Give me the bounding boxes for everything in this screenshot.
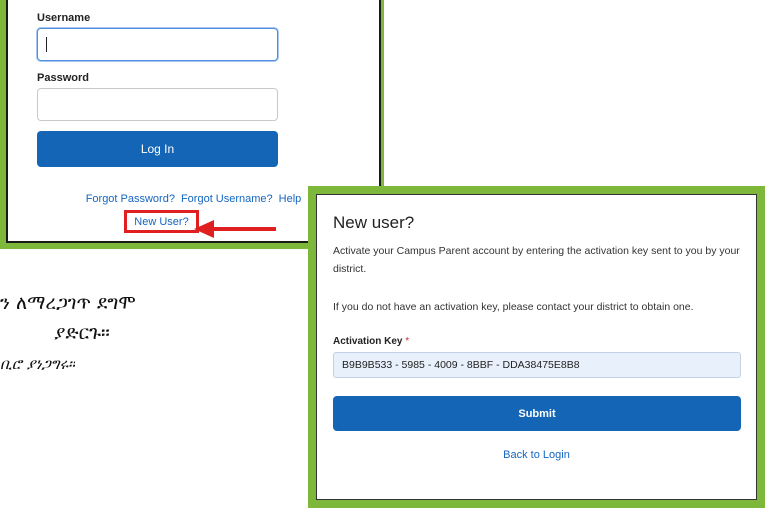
required-asterisk: * (405, 336, 410, 347)
login-button[interactable]: Log In (37, 131, 278, 167)
activation-key-value: B9B9B533 - 5985 - 4009 - 8BBF - DDA38475… (342, 359, 580, 371)
username-input[interactable] (37, 28, 278, 61)
help-link[interactable]: Help (279, 193, 302, 205)
side-text-line-2: ያድርጉ። (54, 322, 110, 344)
password-label: Password (37, 72, 89, 84)
new-user-link[interactable]: New User? (134, 216, 188, 228)
back-to-login-link[interactable]: Back to Login (503, 449, 570, 461)
new-user-title: New user? (333, 213, 415, 232)
red-arrow-icon (194, 220, 276, 238)
activation-instructions: Activate your Campus Parent account by e… (333, 245, 740, 275)
activation-key-label-text: Activation Key (333, 336, 403, 347)
new-user-link-highlight: New User? (124, 210, 199, 233)
forgot-password-link[interactable]: Forgot Password? (86, 193, 175, 205)
activation-key-input[interactable]: B9B9B533 - 5985 - 4009 - 8BBF - DDA38475… (333, 352, 741, 378)
forgot-username-link[interactable]: Forgot Username? (181, 193, 273, 205)
submit-button[interactable]: Submit (333, 396, 741, 431)
back-to-login-link-row: Back to Login (317, 449, 756, 461)
no-key-instructions: If you do not have an activation key, pl… (333, 301, 694, 313)
activation-key-label: Activation Key * (333, 336, 409, 347)
text-caret (46, 37, 47, 52)
password-input[interactable] (37, 88, 278, 121)
username-label: Username (37, 12, 91, 24)
side-text-line-1: ን ለማረጋገጥ ደግሞ (0, 292, 136, 314)
new-user-panel: New user? Activate your Campus Parent ac… (316, 194, 757, 500)
new-user-panel-frame: New user? Activate your Campus Parent ac… (308, 186, 765, 508)
side-text-line-3: ቢሮ ያነጋግሩ። (0, 355, 76, 373)
